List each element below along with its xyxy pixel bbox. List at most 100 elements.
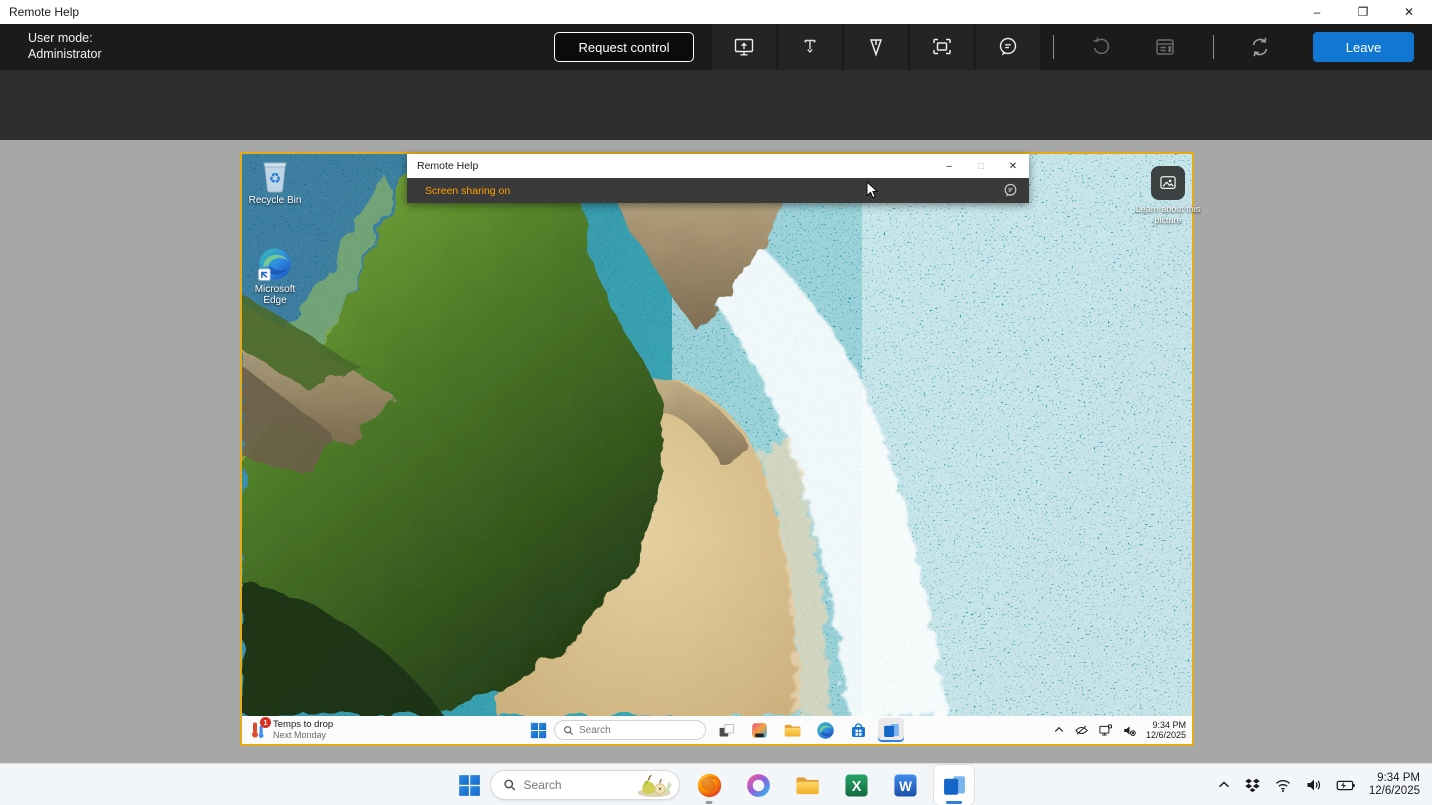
widget-subtitle: Next Monday <box>273 730 333 741</box>
laser-pointer-button[interactable] <box>778 24 842 70</box>
maximize-button-disabled: □ <box>965 154 997 178</box>
request-control-button[interactable]: Request control <box>554 32 694 62</box>
remote-help-app-window: Remote Help – ❐ ✕ User mode: Administrat… <box>0 0 1432 805</box>
user-mode-label: User mode: <box>28 30 102 46</box>
remote-time: 9:34 PM <box>1146 720 1186 731</box>
search-icon <box>503 778 516 792</box>
taskbar-app-excel[interactable] <box>836 765 876 805</box>
annotate-button[interactable] <box>844 24 908 70</box>
learn-about-picture[interactable]: Learn about this picture <box>1135 166 1201 226</box>
taskbar-app-remote-help-active[interactable] <box>878 718 904 742</box>
remote-inner-window[interactable]: Remote Help – □ ✕ Screen sharing on <box>407 154 1029 203</box>
restore-button[interactable]: ❐ <box>1340 0 1386 24</box>
volume-icon[interactable] <box>1305 776 1323 794</box>
taskbar-app-remote-help-active[interactable] <box>934 765 974 805</box>
remote-inner-controls: – □ ✕ <box>933 154 1029 178</box>
host-time: 9:34 PM <box>1369 772 1420 786</box>
refresh-button[interactable] <box>1232 24 1288 70</box>
actual-size-icon <box>930 35 954 59</box>
remote-date: 12/6/2025 <box>1146 730 1186 741</box>
task-manager-icon <box>1153 35 1177 59</box>
weather-widget[interactable]: 1 Temps to drop Next Monday <box>248 716 333 744</box>
toolbar-divider <box>1053 35 1054 59</box>
remote-clock[interactable]: 9:34 PM 12/6/2025 <box>1146 720 1186 741</box>
firefox-icon <box>696 772 723 799</box>
share-screen-icon <box>732 35 756 59</box>
actual-size-button[interactable] <box>910 24 974 70</box>
running-indicator <box>946 801 962 804</box>
host-taskbar-center <box>458 764 974 805</box>
remote-help-icon <box>941 772 968 799</box>
taskbar-app-copilot-m365[interactable] <box>746 718 772 742</box>
screen-sharing-banner: Screen sharing on <box>407 178 1029 203</box>
search-icon <box>563 725 574 736</box>
remote-search-input[interactable] <box>579 725 679 736</box>
remote-inner-title: Remote Help <box>407 160 478 172</box>
edge-icon <box>816 721 835 740</box>
request-control-label: Request control <box>578 40 669 55</box>
close-button[interactable]: ✕ <box>997 154 1029 178</box>
thermometer-icon: 1 <box>248 720 268 740</box>
taskbar-app-file-explorer[interactable] <box>787 765 827 805</box>
minimize-button[interactable]: – <box>1294 0 1340 24</box>
host-search-box[interactable] <box>490 770 680 800</box>
widget-badge: 1 <box>260 717 271 728</box>
remote-inner-titlebar: Remote Help – □ ✕ <box>407 154 1029 178</box>
volume-mute-icon[interactable] <box>1122 723 1137 738</box>
remote-desktop-wallpaper <box>242 154 1192 716</box>
taskbar-app-firefox[interactable] <box>689 765 729 805</box>
copilot-icon <box>745 772 772 799</box>
share-screen-button[interactable] <box>712 24 776 70</box>
taskbar-app-copilot[interactable] <box>738 765 778 805</box>
eye-off-icon[interactable] <box>1074 723 1089 738</box>
chevron-up-icon[interactable] <box>1053 724 1065 736</box>
learn-about-label: Learn about this picture <box>1135 204 1201 226</box>
taskbar-app-edge[interactable] <box>812 718 838 742</box>
remote-search-box[interactable] <box>554 720 706 740</box>
word-icon <box>892 772 919 799</box>
leave-button[interactable]: Leave <box>1313 32 1414 62</box>
excel-icon <box>843 772 870 799</box>
copilot-m365-icon <box>750 721 769 740</box>
taskbar-app-task-view[interactable] <box>713 718 739 742</box>
widget-title: Temps to drop <box>273 720 333 731</box>
user-mode: User mode: Administrator <box>28 30 102 62</box>
taskbar-app-file-explorer[interactable] <box>779 718 805 742</box>
desktop-icon-microsoft-edge[interactable]: Microsoft Edge <box>244 246 306 306</box>
screen-sharing-status: Screen sharing on <box>407 185 510 197</box>
host-clock[interactable]: 9:34 PM 12/6/2025 <box>1369 772 1420 799</box>
remote-taskbar-center <box>530 716 904 744</box>
close-button[interactable]: ✕ <box>1386 0 1432 24</box>
chevron-up-icon[interactable] <box>1217 778 1231 792</box>
chat-icon[interactable] <box>1002 182 1019 199</box>
store-icon <box>849 721 868 740</box>
wifi-icon[interactable] <box>1274 776 1292 794</box>
desktop-icon-label: Microsoft Edge <box>244 284 306 306</box>
leave-label: Leave <box>1346 40 1381 55</box>
recycle-bin-icon: ♻ <box>259 159 291 193</box>
taskbar-app-word[interactable] <box>885 765 925 805</box>
host-taskbar: 9:34 PM 12/6/2025 <box>0 763 1432 805</box>
desktop-icon-recycle-bin[interactable]: ♻ Recycle Bin <box>244 159 306 206</box>
dropbox-icon[interactable] <box>1244 777 1261 794</box>
remote-shared-screen[interactable]: ♻ Recycle Bin Microsoft Edge <box>240 152 1194 746</box>
chat-button[interactable] <box>976 24 1040 70</box>
mouse-cursor <box>866 181 878 199</box>
session-stage: ♻ Recycle Bin Microsoft Edge <box>0 140 1432 763</box>
refresh-icon <box>1248 35 1272 59</box>
host-search-input[interactable] <box>523 778 628 792</box>
minimize-button[interactable]: – <box>933 154 965 178</box>
taskbar-app-store[interactable] <box>845 718 871 742</box>
edge-icon <box>257 246 293 282</box>
start-button[interactable] <box>458 774 481 797</box>
display-icon[interactable] <box>1098 723 1113 738</box>
search-highlight-image-pears <box>635 772 674 798</box>
svg-text:♻: ♻ <box>269 171 282 187</box>
wallpaper-art <box>242 154 1192 716</box>
desktop-icon-label: Recycle Bin <box>249 195 302 206</box>
host-system-tray: 9:34 PM 12/6/2025 <box>1217 764 1420 805</box>
start-button[interactable] <box>530 722 547 739</box>
battery-charging-icon[interactable] <box>1336 777 1356 794</box>
restart-icon <box>1089 35 1113 59</box>
task-manager-button-disabled <box>1137 24 1193 70</box>
